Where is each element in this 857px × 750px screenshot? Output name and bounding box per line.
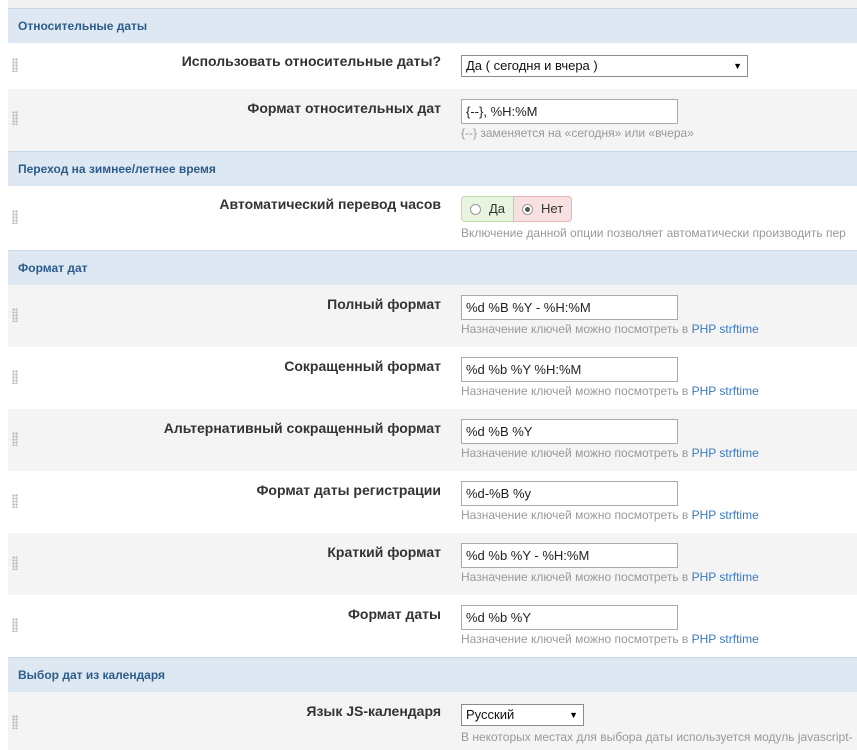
setting-hint: Назначение ключей можно посмотреть в PHP… [461,322,759,336]
radio-no[interactable]: Нет [513,196,573,222]
setting-label: Альтернативный сокращенный формат [163,420,441,436]
strftime-link[interactable]: PHP strftime [692,570,759,584]
strftime-link[interactable]: PHP strftime [692,446,759,460]
relative-format-input[interactable]: {--}, %H:%M [461,99,678,124]
strftime-link[interactable]: PHP strftime [692,508,759,522]
select-value: Да ( сегодня и вчера ) [466,58,598,73]
setting-row-js-calendar-lang: Язык JS-календаря Русский ▼ В некоторых … [8,692,857,750]
section-header-date-formats: Формат дат [8,250,857,285]
format-input[interactable]: %d %b %Y %H:%M [461,357,678,382]
chevron-down-icon: ▼ [569,710,578,720]
setting-label: Язык JS-календаря [306,703,441,719]
setting-label: Краткий формат [327,544,441,560]
setting-label: Формат относительных дат [247,100,441,116]
format-input[interactable]: %d %b %Y - %H:%M [461,543,678,568]
radio-label: Да [489,201,506,216]
hint-text: Назначение ключей можно посмотреть в [461,508,692,522]
format-input[interactable]: %d-%B %y [461,481,678,506]
setting-label: Использовать относительные даты? [181,53,441,69]
setting-label: Формат даты регистрации [256,482,441,498]
setting-row-relative-format: Формат относительных дат {--}, %H:%M {--… [8,89,857,151]
setting-label: Полный формат [327,296,441,312]
setting-label: Сокращенный формат [284,358,441,374]
drag-handle-icon[interactable] [12,494,18,508]
setting-row-format: Полный формат %d %B %Y - %H:%M Назначени… [8,285,857,347]
format-input[interactable]: %d %B %Y - %H:%M [461,295,678,320]
section-header-calendar: Выбор дат из календаря [8,657,857,692]
hint-text: Назначение ключей можно посмотреть в [461,446,692,460]
auto-dst-radio-group: Да Нет [461,196,573,222]
setting-hint: Назначение ключей можно посмотреть в PHP… [461,384,759,398]
select-value: Русский [466,707,515,722]
setting-row-auto-dst: Автоматический перевод часов Да Нет Вклю… [8,186,857,250]
drag-handle-icon[interactable] [12,58,18,72]
setting-hint: Назначение ключей можно посмотреть в PHP… [461,446,759,460]
setting-row-format: Формат даты регистрации %d-%B %y Назначе… [8,471,857,533]
drag-handle-icon[interactable] [12,370,18,384]
drag-handle-icon[interactable] [12,715,18,729]
setting-row-use-relative: Использовать относительные даты? Да ( се… [8,43,857,89]
setting-row-format: Формат даты %d %b %Y Назначение ключей м… [8,595,857,657]
drag-handle-icon[interactable] [12,556,18,570]
settings-page: Относительные даты Использовать относите… [0,0,857,750]
drag-handle-icon[interactable] [12,210,18,224]
setting-hint: В некоторых местах для выбора даты испол… [461,730,853,744]
strftime-link[interactable]: PHP strftime [692,322,759,336]
hint-text: Назначение ключей можно посмотреть в [461,384,692,398]
strftime-link[interactable]: PHP strftime [692,384,759,398]
drag-handle-icon[interactable] [12,308,18,322]
hint-text: Назначение ключей можно посмотреть в [461,632,692,646]
setting-row-format: Альтернативный сокращенный формат %d %B … [8,409,857,471]
section-header-dst: Переход на зимнее/летнее время [8,151,857,186]
setting-hint: Включение данной опции позволяет автомат… [461,226,846,240]
relative-dates-select[interactable]: Да ( сегодня и вчера ) ▼ [461,55,748,77]
chevron-down-icon: ▼ [733,61,742,71]
setting-row-format: Краткий формат %d %b %Y - %H:%M Назначен… [8,533,857,595]
format-input[interactable]: %d %B %Y [461,419,678,444]
strftime-link[interactable]: PHP strftime [692,632,759,646]
drag-handle-icon[interactable] [12,111,18,125]
setting-label: Формат даты [347,606,441,622]
radio-label: Нет [541,201,564,216]
section-header-relative-dates: Относительные даты [8,8,857,43]
hint-text: Назначение ключей можно посмотреть в [461,570,692,584]
setting-row-format: Сокращенный формат %d %b %Y %H:%M Назнач… [8,347,857,409]
setting-hint: Назначение ключей можно посмотреть в PHP… [461,632,759,646]
setting-hint: Назначение ключей можно посмотреть в PHP… [461,570,759,584]
format-input[interactable]: %d %b %Y [461,605,678,630]
drag-handle-icon[interactable] [12,432,18,446]
top-divider [8,0,857,8]
radio-checked-icon [522,203,534,215]
setting-hint: Назначение ключей можно посмотреть в PHP… [461,508,759,522]
hint-text: Назначение ключей можно посмотреть в [461,322,692,336]
js-calendar-language-select[interactable]: Русский ▼ [461,704,584,726]
setting-hint: {--} заменяется на «сегодня» или «вчера» [461,126,694,140]
drag-handle-icon[interactable] [12,618,18,632]
radio-yes[interactable]: Да [461,196,514,222]
setting-label: Автоматический перевод часов [219,196,441,212]
radio-circle-icon [470,203,481,215]
